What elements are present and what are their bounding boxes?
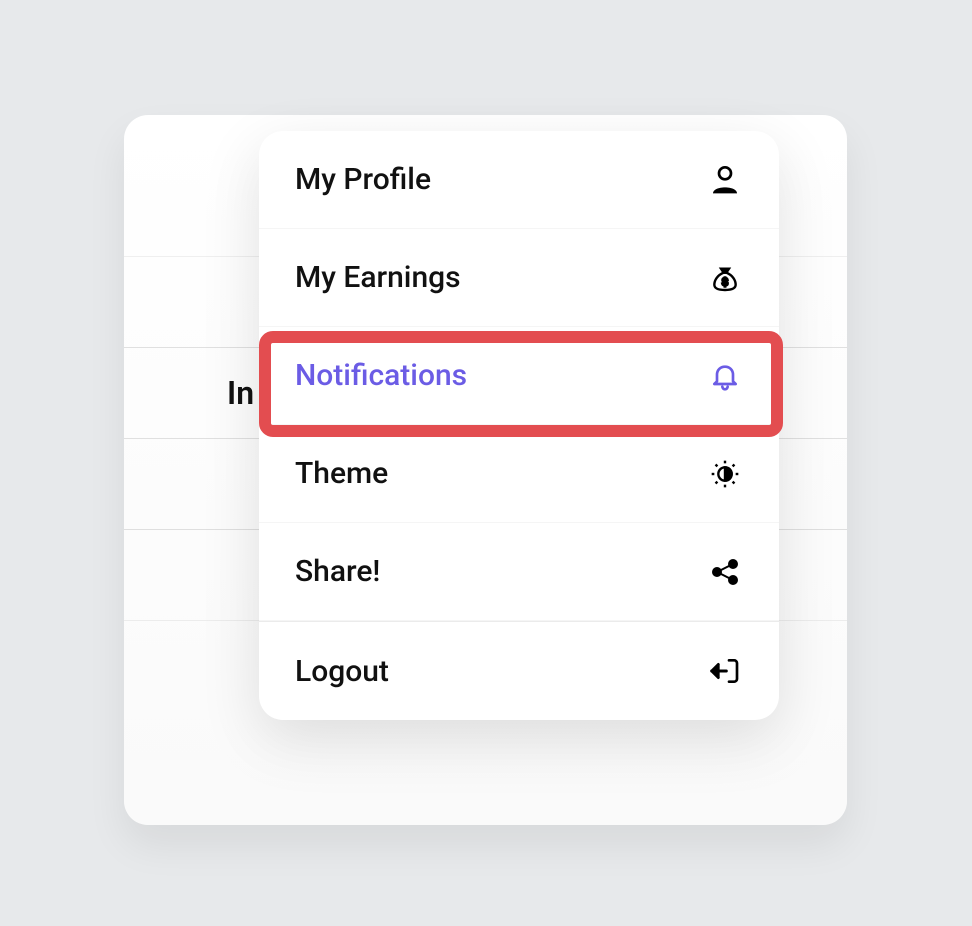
money-bag-icon: $ [707, 260, 743, 296]
contrast-icon [707, 456, 743, 492]
menu-item-label: My Earnings [295, 260, 707, 295]
menu-item-my-earnings[interactable]: My Earnings $ [259, 229, 779, 327]
user-icon [707, 162, 743, 198]
menu-item-label: Logout [295, 654, 707, 689]
bg-row-label: In [227, 374, 254, 412]
svg-text:$: $ [722, 276, 728, 288]
menu-item-share[interactable]: Share! [259, 523, 779, 621]
menu-item-label: Share! [295, 554, 707, 589]
menu-item-label: Notifications [295, 358, 707, 393]
menu-item-logout[interactable]: Logout [259, 622, 779, 720]
menu-item-theme[interactable]: Theme [259, 425, 779, 523]
menu-item-notifications[interactable]: Notifications [259, 327, 779, 425]
menu-item-my-profile[interactable]: My Profile [259, 131, 779, 229]
logout-icon [707, 653, 743, 689]
bell-icon [707, 358, 743, 394]
menu-item-label: Theme [295, 456, 707, 491]
share-icon [707, 554, 743, 590]
menu-item-label: My Profile [295, 162, 707, 197]
dropdown-menu: My Profile My Earnings $ Notifications [259, 131, 779, 720]
